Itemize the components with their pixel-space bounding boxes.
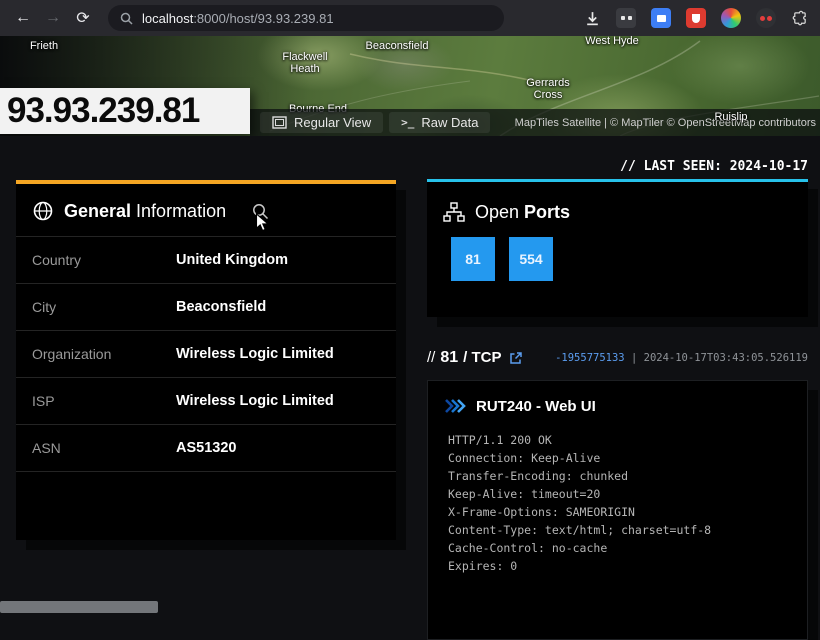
map[interactable]: Frieth Flackwell Heath Beaconsfield West…: [0, 36, 820, 136]
service-name: RUT240 - Web UI: [476, 398, 596, 415]
extension-icon-4[interactable]: [721, 8, 741, 28]
frame-icon: [272, 116, 287, 129]
download-icon[interactable]: [584, 10, 601, 27]
raw-data-button[interactable]: >_ Raw Data: [389, 112, 490, 133]
http-line: Transfer-Encoding: chunked: [448, 467, 787, 485]
terminal-icon: >_: [401, 116, 414, 129]
info-row-city: City Beaconsfield: [16, 284, 396, 331]
service-banner-card: RUT240 - Web UI HTTP/1.1 200 OK Connecti…: [427, 380, 808, 640]
http-line: Expires: 0: [448, 557, 787, 575]
map-attribution: MapTiles Satellite | © MapTiler © OpenSt…: [515, 117, 820, 129]
refresh-icon[interactable]: ⟳: [68, 8, 98, 28]
banner-meta: -1955775133 | 2024-10-17T03:43:05.526119: [555, 352, 808, 364]
general-information-header: GeneralInformation: [16, 184, 396, 237]
browser-toolbar: ← → ⟳ localhost:8000/host/93.93.239.81: [0, 0, 820, 36]
general-information-card: GeneralInformation Country United Kingdo…: [16, 180, 396, 540]
map-place-label: Ruislip: [714, 111, 747, 123]
map-place-label: Gerrards Cross: [526, 77, 569, 101]
extension-icon-3[interactable]: [686, 8, 706, 28]
teltonika-logo-icon: [444, 397, 466, 415]
raw-data-label: Raw Data: [421, 115, 478, 130]
magnifier-icon[interactable]: [252, 203, 269, 220]
last-seen-label: // LAST SEEN: 2024-10-17: [620, 159, 808, 174]
regular-view-label: Regular View: [294, 115, 371, 130]
ip-title-block: 93.93.239.81: [0, 88, 250, 134]
port-chip-list: 81 554: [451, 237, 808, 281]
toolbar-extensions: [584, 8, 820, 28]
info-row-country: Country United Kingdom: [16, 237, 396, 284]
port-chip-554[interactable]: 554: [509, 237, 553, 281]
extension-icon-2[interactable]: [651, 8, 671, 28]
url-text: localhost:8000/host/93.93.239.81: [142, 11, 334, 26]
search-icon: [120, 12, 133, 25]
http-line: Content-Type: text/html; charset=utf-8: [448, 521, 787, 539]
port-banner-title: // 81 / TCP: [427, 349, 501, 367]
port-banner-header: // 81 / TCP -1955775133 | 2024-10-17T03:…: [427, 346, 808, 370]
port-chip-81[interactable]: 81: [451, 237, 495, 281]
horizontal-scrollbar-thumb[interactable]: [0, 601, 158, 613]
sitemap-icon: [443, 202, 465, 223]
http-response-block: HTTP/1.1 200 OK Connection: Keep-Alive T…: [428, 427, 807, 575]
service-header: RUT240 - Web UI: [428, 381, 807, 427]
extension-icon-1[interactable]: [616, 8, 636, 28]
map-place-label: Frieth: [30, 40, 58, 52]
http-line: X-Frame-Options: SAMEORIGIN: [448, 503, 787, 521]
puzzle-icon[interactable]: [791, 10, 808, 27]
globe-icon: [32, 200, 54, 222]
http-line: Keep-Alive: timeout=20: [448, 485, 787, 503]
ip-address: 93.93.239.81: [7, 91, 199, 131]
back-icon[interactable]: ←: [8, 9, 38, 27]
map-place-label: West Hyde: [585, 36, 639, 47]
map-place-label: Flackwell Heath: [282, 51, 327, 75]
open-ports-card: OpenPorts 81 554: [427, 179, 808, 317]
info-row-isp: ISP Wireless Logic Limited: [16, 378, 396, 425]
open-ports-header: OpenPorts: [427, 202, 808, 223]
http-line: Connection: Keep-Alive: [448, 449, 787, 467]
url-bar[interactable]: localhost:8000/host/93.93.239.81: [108, 5, 504, 31]
map-place-label: Beaconsfield: [366, 40, 429, 52]
forward-icon[interactable]: →: [38, 9, 68, 27]
info-row-organization: Organization Wireless Logic Limited: [16, 331, 396, 378]
general-information-title: GeneralInformation: [64, 201, 226, 222]
http-line: Cache-Control: no-cache: [448, 539, 787, 557]
regular-view-button[interactable]: Regular View: [260, 112, 383, 133]
http-line: HTTP/1.1 200 OK: [448, 431, 787, 449]
extension-icon-5[interactable]: [756, 8, 776, 28]
external-link-icon[interactable]: [509, 351, 523, 365]
info-row-asn: ASN AS51320: [16, 425, 396, 472]
open-ports-title: OpenPorts: [475, 202, 570, 223]
